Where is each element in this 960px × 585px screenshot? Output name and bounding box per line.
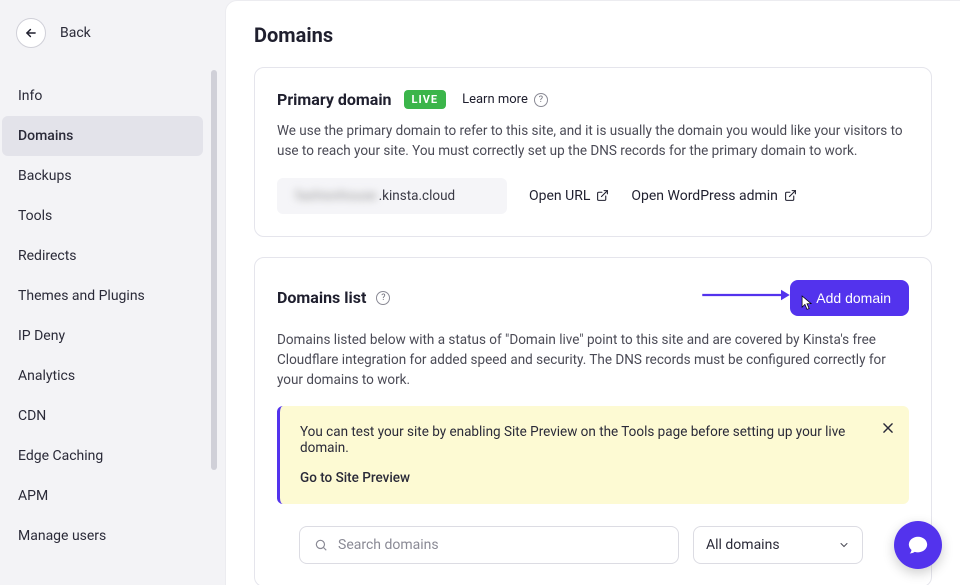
domain-filter-select[interactable]: All domains [693,526,863,564]
arrow-left-icon [24,26,38,40]
add-domain-button[interactable]: Add domain [790,280,909,316]
primary-domain-description: We use the primary domain to refer to th… [277,121,909,162]
domains-list-heading: Domains list [277,288,366,307]
back-label: Back [60,25,91,41]
annotation-arrow-icon [701,288,791,302]
sidebar-item-redirects[interactable]: Redirects [2,236,203,276]
sidebar: Back Info Domains Backups Tools Redirect… [0,0,225,585]
chat-support-button[interactable] [894,521,942,569]
primary-domain-card: Primary domain LIVE Learn more ? We use … [254,67,932,237]
help-icon: ? [534,93,548,107]
sidebar-item-backups[interactable]: Backups [2,156,203,196]
go-to-site-preview-link[interactable]: Go to Site Preview [300,470,889,486]
cursor-icon [800,294,814,312]
sidebar-item-info[interactable]: Info [2,76,203,116]
search-placeholder: Search domains [338,537,439,553]
notice-text: You can test your site by enabling Site … [300,424,845,456]
sidebar-item-ip-deny[interactable]: IP Deny [2,316,203,356]
sidebar-item-edge-caching[interactable]: Edge Caching [2,436,203,476]
chat-icon [907,534,929,556]
back-button[interactable] [16,18,46,48]
main-content: Domains Primary domain LIVE Learn more ?… [225,0,960,585]
sidebar-item-apm[interactable]: APM [2,476,203,516]
domains-list-description: Domains listed below with a status of "D… [277,330,909,391]
help-icon[interactable]: ? [376,291,390,305]
search-domains-input[interactable]: Search domains [299,526,679,564]
sidebar-scrollbar[interactable] [211,70,217,490]
sidebar-nav: Info Domains Backups Tools Redirects The… [0,68,225,564]
site-preview-notice: You can test your site by enabling Site … [277,406,909,504]
live-badge: LIVE [404,90,447,109]
open-wp-label: Open WordPress admin [631,188,778,204]
primary-domain-heading: Primary domain [277,90,392,109]
close-notice-button[interactable] [881,420,895,439]
sidebar-item-themes-plugins[interactable]: Themes and Plugins [2,276,203,316]
primary-domain-value: fashionhouse .kinsta.cloud [277,178,507,214]
sidebar-item-cdn[interactable]: CDN [2,396,203,436]
search-icon [314,538,328,552]
domain-obscured-part: fashionhouse [295,188,377,204]
learn-more-link[interactable]: Learn more ? [462,92,548,107]
sidebar-item-domains[interactable]: Domains [2,116,203,156]
learn-more-label: Learn more [462,92,528,107]
domain-suffix: .kinsta.cloud [379,188,456,204]
page-title: Domains [254,23,932,47]
open-url-label: Open URL [529,188,590,204]
open-url-button[interactable]: Open URL [529,188,609,204]
domain-filter-value: All domains [706,537,780,553]
external-link-icon [784,189,797,202]
add-domain-label: Add domain [816,290,891,306]
close-icon [881,421,895,435]
external-link-icon [596,189,609,202]
sidebar-item-manage-users[interactable]: Manage users [2,516,203,556]
chevron-down-icon [838,539,850,551]
sidebar-item-analytics[interactable]: Analytics [2,356,203,396]
sidebar-item-tools[interactable]: Tools [2,196,203,236]
open-wordpress-admin-button[interactable]: Open WordPress admin [631,188,797,204]
domains-list-card: Domains list ? Add domain Domains listed… [254,257,932,585]
